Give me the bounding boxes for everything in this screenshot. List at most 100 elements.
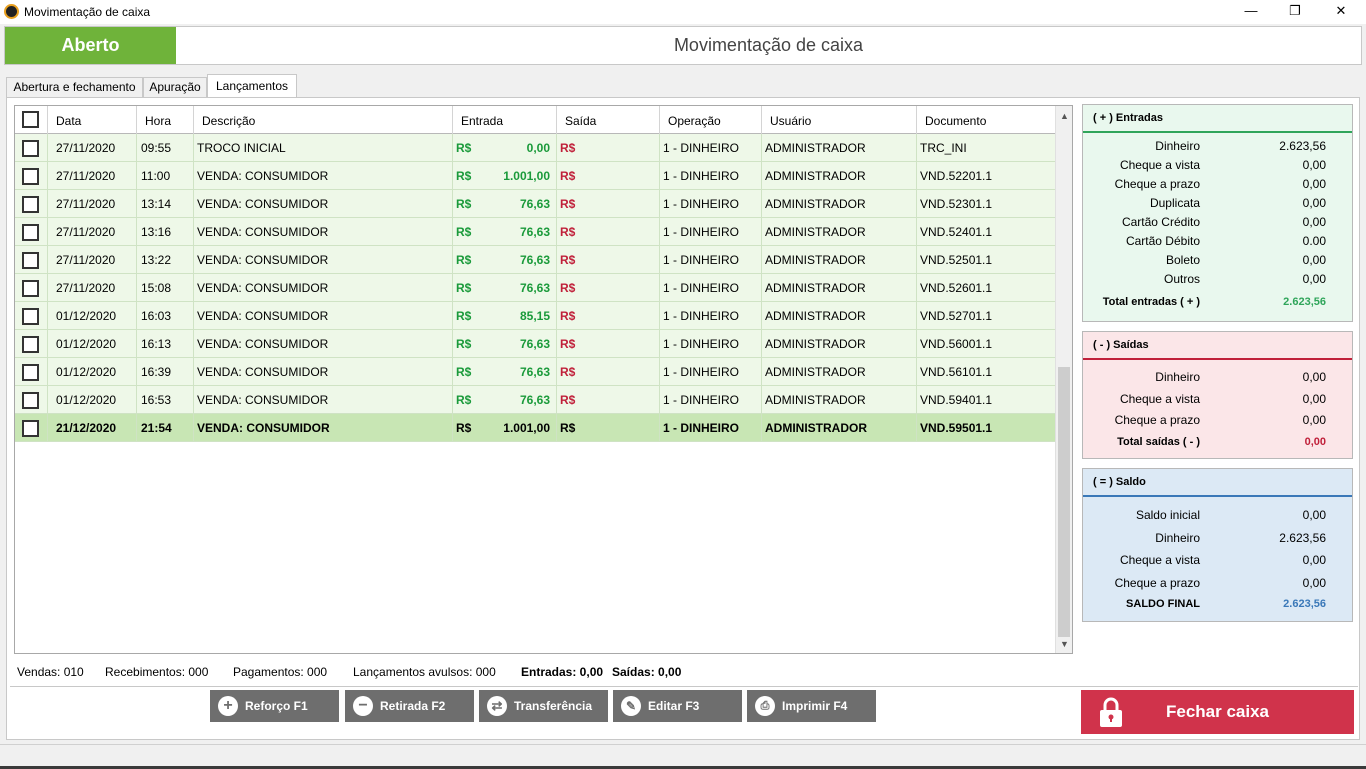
row-checkbox-cell: [15, 302, 48, 329]
column-header-usuario[interactable]: Usuário: [762, 106, 917, 134]
table-row[interactable]: 27/11/2020 11:00 VENDA: CONSUMIDOR R$ 1.001,…: [15, 162, 1055, 190]
retirada-button[interactable]: − Retirada F2: [345, 690, 474, 722]
summary-line: Cartão Débito 0.00: [1083, 234, 1352, 252]
close-window-button[interactable]: ✕: [1326, 2, 1356, 22]
row-checkbox[interactable]: [22, 140, 39, 157]
entrada-value: 1.001,00: [503, 421, 550, 435]
column-header-entrada[interactable]: Entrada: [453, 106, 557, 134]
cell-documento: VND.52501.1: [920, 253, 993, 267]
row-checkbox[interactable]: [22, 364, 39, 381]
fechar-caixa-button[interactable]: Fechar caixa: [1081, 690, 1354, 734]
cell-descricao: VENDA: CONSUMIDOR: [194, 330, 453, 357]
page-title: Movimentação de caixa: [673, 35, 864, 55]
cell-descricao: VENDA: CONSUMIDOR: [194, 190, 453, 217]
summary-total-value: 0,00: [1304, 436, 1326, 448]
row-checkbox[interactable]: [22, 196, 39, 213]
minimize-button[interactable]: —: [1236, 2, 1266, 22]
column-header-operacao[interactable]: Operação: [660, 106, 762, 134]
summary-line: Cartão Crédito 0,00: [1083, 215, 1352, 233]
reforco-button-label: Reforço F1: [245, 699, 308, 713]
cell-data: 01/12/2020: [48, 358, 137, 385]
tab-lancamentos[interactable]: Lançamentos: [207, 74, 297, 98]
table-row[interactable]: 27/11/2020 13:16 VENDA: CONSUMIDOR R$ 76,63 R…: [15, 218, 1055, 246]
currency-symbol: R$: [560, 169, 576, 183]
cell-operacao: 1 - DINHEIRO: [660, 134, 762, 161]
tab-abertura-fechamento[interactable]: Abertura e fechamento: [6, 77, 143, 98]
currency-symbol: R$: [456, 365, 472, 379]
cell-entrada: R$ 76,63: [453, 190, 557, 217]
row-checkbox-cell: [15, 358, 48, 385]
entradas-title-underline: [1083, 131, 1352, 133]
imprimir-button[interactable]: ⎙ Imprimir F4: [747, 690, 876, 722]
scrollbar-thumb[interactable]: [1058, 367, 1070, 637]
currency-symbol: R$: [560, 365, 576, 379]
row-checkbox[interactable]: [22, 252, 39, 269]
cell-usuario: ADMINISTRADOR: [762, 218, 917, 245]
summary-value: 2.623,56: [1279, 530, 1326, 545]
table-row[interactable]: 27/11/2020 09:55 TROCO INICIAL R$ 0,00 R$ 1 - …: [15, 134, 1055, 162]
table-row[interactable]: 01/12/2020 16:39 VENDA: CONSUMIDOR R$ 76,63 R…: [15, 358, 1055, 386]
transferencia-button[interactable]: ⇄ Transferência: [479, 690, 608, 722]
select-all-checkbox[interactable]: [22, 111, 39, 128]
currency-symbol: R$: [456, 337, 472, 351]
column-header-descricao[interactable]: Descrição: [194, 106, 453, 134]
summary-line: Cheque a prazo 0,00: [1083, 413, 1352, 431]
cell-data: 27/11/2020: [48, 274, 137, 301]
table-row[interactable]: 01/12/2020 16:13 VENDA: CONSUMIDOR R$ 76,63 R…: [15, 330, 1055, 358]
editar-button[interactable]: ✎ Editar F3: [613, 690, 742, 722]
scroll-up-arrow-icon[interactable]: ▲: [1056, 108, 1072, 124]
row-checkbox[interactable]: [22, 280, 39, 297]
column-header-documento[interactable]: Documento: [917, 106, 1055, 134]
row-checkbox[interactable]: [22, 308, 39, 325]
column-header-data[interactable]: Data: [48, 106, 137, 134]
row-checkbox[interactable]: [22, 420, 39, 437]
summary-total-value: 2.623,56: [1283, 598, 1326, 610]
summary-line: Cheque a prazo 0,00: [1083, 576, 1352, 594]
tab-apuracao[interactable]: Apuração: [143, 77, 207, 98]
row-checkbox[interactable]: [22, 168, 39, 185]
summary-label: Cheque a vista: [1119, 158, 1200, 172]
reforco-button[interactable]: + Reforço F1: [210, 690, 339, 722]
currency-symbol: R$: [456, 421, 472, 435]
currency-symbol: R$: [560, 281, 576, 295]
cell-saida: R$: [557, 414, 660, 441]
cell-usuario: ADMINISTRADOR: [762, 414, 917, 441]
row-checkbox[interactable]: [22, 336, 39, 353]
minus-circle-icon: −: [353, 696, 373, 716]
column-header-hora[interactable]: Hora: [137, 106, 194, 134]
row-checkbox[interactable]: [22, 224, 39, 241]
table-row[interactable]: 01/12/2020 16:53 VENDA: CONSUMIDOR R$ 76,63 R…: [15, 386, 1055, 414]
summary-total-label: Total saídas ( - ): [1117, 436, 1200, 448]
scroll-down-arrow-icon[interactable]: ▼: [1056, 636, 1072, 652]
cell-saida: R$: [557, 274, 660, 301]
grid-vertical-scrollbar[interactable]: ▲ ▼: [1055, 106, 1072, 653]
entrada-value: 76,63: [519, 253, 550, 267]
table-row[interactable]: 27/11/2020 15:08 VENDA: CONSUMIDOR R$ 76,63 R…: [15, 274, 1055, 302]
cell-saida: R$: [557, 358, 660, 385]
column-header-saida[interactable]: Saída: [557, 106, 660, 134]
table-row[interactable]: 01/12/2020 16:03 VENDA: CONSUMIDOR R$ 85,15 R…: [15, 302, 1055, 330]
header-bar: Aberto Movimentação de caixa: [4, 26, 1362, 65]
summary-value: 0,00: [1302, 508, 1326, 522]
transferencia-button-label: Transferência: [514, 699, 593, 713]
cell-operacao: 1 - DINHEIRO: [660, 190, 762, 217]
summary-total-value: 2.623,56: [1283, 296, 1326, 308]
table-row[interactable]: 27/11/2020 13:14 VENDA: CONSUMIDOR R$ 76,63 R…: [15, 190, 1055, 218]
summary-value: 0,00: [1302, 196, 1326, 210]
saldo-panel: ( = ) Saldo Saldo inicial 0,00 Dinheiro 2.6…: [1082, 468, 1353, 622]
cell-data: 27/11/2020: [48, 246, 137, 273]
cell-data: 01/12/2020: [48, 302, 137, 329]
window-title: Movimentação de caixa: [24, 5, 151, 19]
saidas-title: ( - ) Saídas: [1093, 339, 1149, 351]
cell-hora: 13:22: [137, 246, 194, 273]
plus-circle-icon: +: [218, 696, 238, 716]
table-row[interactable]: 27/11/2020 13:22 VENDA: CONSUMIDOR R$ 76,63 R…: [15, 246, 1055, 274]
table-row[interactable]: 21/12/2020 21:54 VENDA: CONSUMIDOR R$ 1.001,…: [15, 414, 1055, 442]
cell-hora: 16:13: [137, 330, 194, 357]
summary-line: Cheque a vista 0,00: [1083, 158, 1352, 176]
saldo-title: ( = ) Saldo: [1093, 476, 1146, 488]
row-checkbox[interactable]: [22, 392, 39, 409]
cell-usuario: ADMINISTRADOR: [762, 162, 917, 189]
maximize-button[interactable]: ❐: [1280, 2, 1310, 22]
cell-saida: R$: [557, 162, 660, 189]
